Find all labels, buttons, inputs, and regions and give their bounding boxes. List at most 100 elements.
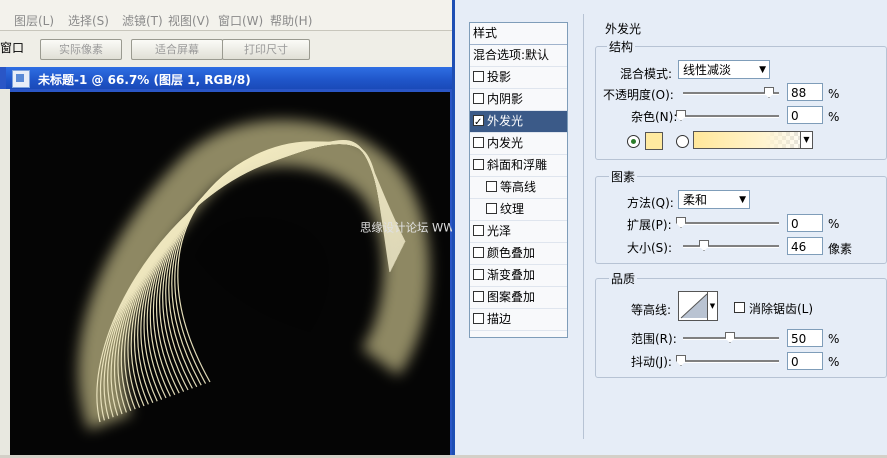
style-item[interactable]: 图案叠加 [470,287,567,309]
style-item[interactable]: 投影 [470,67,567,89]
style-item-label: 描边 [487,312,512,326]
menu-item-select[interactable]: 选择(S) [68,12,109,29]
style-checkbox[interactable] [473,137,484,148]
structure-label: 结构 [607,38,636,55]
print-size-button[interactable]: 打印尺寸 [222,39,310,60]
style-checkbox[interactable] [473,225,484,236]
method-label: 方法(Q): [627,196,674,210]
jitter-input[interactable]: 0 [787,352,823,370]
style-item[interactable]: 外发光 [470,111,567,133]
chevron-down-icon[interactable]: ▼ [800,132,812,148]
range-input[interactable]: 50 [787,329,823,347]
style-checkbox[interactable] [473,247,484,258]
blending-options-default[interactable]: 混合选项:默认 [470,45,567,67]
glow-color-swatch[interactable] [645,132,663,150]
jitter-label: 抖动(J): [631,355,672,369]
noise-unit: % [828,110,840,124]
quality-label: 品质 [609,270,638,287]
glowing-ribbon-artwork [78,119,430,431]
style-item-label: 斜面和浮雕 [487,158,548,172]
style-item-label: 渐变叠加 [487,268,536,282]
style-item[interactable]: 纹理 [470,199,567,221]
style-item[interactable]: 颜色叠加 [470,243,567,265]
fit-screen-button[interactable]: 适合屏幕 [131,39,223,60]
menu-item-filter[interactable]: 滤镜(T) [122,12,163,29]
antialias-label[interactable]: 消除锯齿(L) [749,300,813,317]
noise-label: 杂色(N): [631,110,678,124]
style-item[interactable]: 斜面和浮雕 [470,155,567,177]
size-label: 大小(S): [627,241,673,255]
blend-mode-label: 混合模式: [620,67,673,81]
opacity-label: 不透明度(O): [603,88,674,102]
spread-input[interactable]: 0 [787,214,823,232]
layer-style-dialog: 样式 混合选项:默认 投影内阴影外发光内发光斜面和浮雕等高线纹理光泽颜色叠加渐变… [452,0,887,455]
document-frame [0,89,10,455]
style-item[interactable]: 等高线 [470,177,567,199]
style-checkbox[interactable] [486,181,497,192]
size-slider-track[interactable] [683,245,779,248]
glow-gradient-picker[interactable]: ▼ [693,131,813,149]
contour-label: 等高线: [631,303,672,317]
style-item[interactable]: 渐变叠加 [470,265,567,287]
noise-input[interactable]: 0 [787,106,823,124]
spread-label: 扩展(P): [627,218,672,232]
style-item-label: 内发光 [487,136,524,150]
menu-item-window[interactable]: 窗口(W) [218,12,263,29]
blend-mode-select[interactable]: 线性减淡 ▼ [678,60,770,79]
document-icon [12,70,30,88]
style-checkbox[interactable] [473,71,484,82]
style-checkbox[interactable] [473,93,484,104]
style-item-label: 纹理 [500,202,525,216]
menu-item-help[interactable]: 帮助(H) [270,12,312,29]
style-checkbox[interactable] [486,203,497,214]
spread-slider-track[interactable] [683,222,779,225]
method-select[interactable]: 柔和 ▼ [678,190,750,209]
style-checkbox[interactable] [473,112,484,133]
style-item-label: 图案叠加 [487,290,536,304]
size-input[interactable]: 46 [787,237,823,255]
window-label: 窗口 [0,41,25,55]
actual-pixels-button[interactable]: 实际像素 [40,39,122,60]
chevron-down-icon[interactable]: ▼ [707,292,717,320]
style-item-label: 等高线 [500,180,537,194]
size-unit: 像素 [828,242,853,256]
antialias-checkbox[interactable] [734,302,745,313]
gradient-radio[interactable] [676,135,689,148]
document-canvas[interactable]: 思缘设计论坛 WWW.MISSYUAN.COM [10,92,558,455]
chevron-down-icon: ▼ [739,195,746,205]
section-title: 外发光 [605,22,642,36]
menu-item-view[interactable]: 视图(V) [168,12,210,29]
style-item-label: 外发光 [487,114,524,128]
solid-color-radio[interactable] [627,135,640,148]
chevron-down-icon: ▼ [759,65,766,75]
contour-preview-icon [680,293,708,319]
style-item[interactable]: 光泽 [470,221,567,243]
menu-bar: 图层(L) 选择(S) 滤镜(T) 视图(V) 窗口(W) 帮助(H) [0,0,460,31]
contour-picker[interactable]: ▼ [678,291,718,321]
style-item-label: 颜色叠加 [487,246,536,260]
menu-item-layer[interactable]: 图层(L) [14,12,54,29]
opacity-input[interactable]: 88 [787,83,823,101]
method-value: 柔和 [683,193,708,207]
jitter-slider-track[interactable] [683,360,779,363]
document-titlebar[interactable]: 未标题-1 @ 66.7% (图层 1, RGB/8) [6,67,460,89]
style-item[interactable]: 描边 [470,309,567,331]
styles-header[interactable]: 样式 [470,23,567,45]
divider [583,14,584,439]
opacity-unit: % [828,87,840,101]
style-checkbox[interactable] [473,313,484,324]
jitter-unit: % [828,355,840,369]
style-item[interactable]: 内发光 [470,133,567,155]
style-item-label: 内阴影 [487,92,524,106]
style-checkbox[interactable] [473,269,484,280]
style-item-label: 投影 [487,70,512,84]
noise-slider-track[interactable] [683,115,779,118]
document-title: 未标题-1 @ 66.7% (图层 1, RGB/8) [38,73,251,87]
blend-mode-value: 线性减淡 [683,63,732,77]
document-window: 未标题-1 @ 66.7% (图层 1, RGB/8) 思缘设计论坛 WWW.M… [0,67,558,455]
style-item[interactable]: 内阴影 [470,89,567,111]
spread-unit: % [828,217,840,231]
elements-label: 图素 [609,168,638,185]
style-checkbox[interactable] [473,159,484,170]
style-checkbox[interactable] [473,291,484,302]
